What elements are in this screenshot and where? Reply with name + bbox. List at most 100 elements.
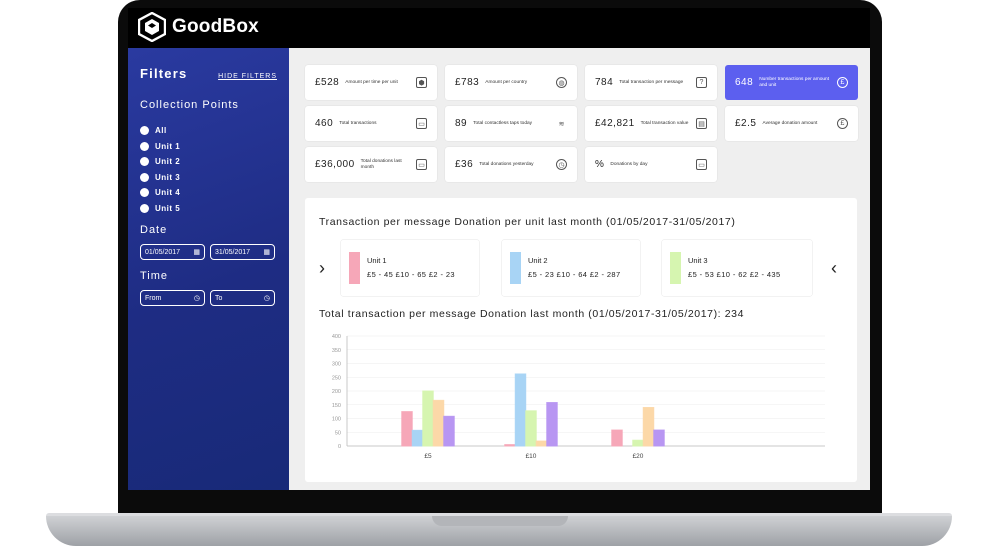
- chart-bar: [535, 440, 548, 447]
- stat-value: 89: [455, 118, 468, 129]
- unit-color-bar: [349, 252, 360, 284]
- stat-card[interactable]: 460 Total transactions ▭: [305, 106, 437, 141]
- stat-card[interactable]: £783 Amount per country ◍: [445, 65, 577, 100]
- radio-dot-icon: [140, 126, 149, 136]
- clock-icon: ◷: [193, 295, 200, 302]
- stat-label: Total transaction per message: [619, 79, 684, 85]
- laptop-notch: [432, 516, 568, 526]
- radio-label: Unit 1: [155, 141, 181, 151]
- stat-value: £36: [455, 159, 474, 170]
- stat-card[interactable]: £42,821 Total transaction value ▤: [585, 106, 717, 141]
- radio-unit-5[interactable]: Unit 5: [140, 201, 277, 217]
- radio-all[interactable]: All: [140, 123, 277, 139]
- cash-icon: ▤: [696, 118, 707, 129]
- brand-logo[interactable]: GoodBox: [138, 12, 259, 42]
- date-to-field[interactable]: 31/05/2017 ▦: [210, 244, 275, 260]
- laptop-mockup: GoodBox Filters HIDE FILTERS Collection …: [0, 0, 1000, 551]
- y-tick-label: 150: [332, 403, 341, 409]
- time-to-label: To: [215, 294, 223, 302]
- stat-card[interactable]: 89 Total contactless taps today ≋: [445, 106, 577, 141]
- chart-bar: [632, 439, 644, 447]
- date-range: 01/05/2017 ▦ 31/05/2017 ▦: [140, 244, 277, 260]
- unit-card[interactable]: Unit 3 £5 - 53 £10 - 62 £2 - 435: [662, 240, 812, 296]
- y-tick-label: 300: [332, 362, 341, 368]
- stat-value: %: [595, 159, 605, 170]
- chart-bar: [653, 429, 665, 447]
- wifi-icon: ≋: [558, 120, 565, 128]
- radio-label: Unit 5: [155, 203, 181, 213]
- radio-dot-icon: [140, 172, 149, 182]
- unit-card[interactable]: Unit 2 £5 - 23 £10 - 64 £2 - 287: [502, 240, 640, 296]
- hide-filters-link[interactable]: HIDE FILTERS: [218, 73, 277, 80]
- time-title: Time: [140, 270, 169, 282]
- chart-bar: [504, 444, 516, 447]
- hexagon-icon: ⬢: [416, 77, 427, 88]
- date-from-field[interactable]: 01/05/2017 ▦: [140, 244, 205, 260]
- calendar-icon: ▦: [193, 249, 200, 256]
- card-icon: ▭: [416, 159, 427, 170]
- stat-label: Total contactless taps today: [473, 120, 533, 126]
- donations-bar-chart: 400 350 300 250 200 150 100 50 0 £5 £10 £20: [332, 334, 825, 460]
- chart-bar: [443, 415, 455, 447]
- radio-unit-2[interactable]: Unit 2: [140, 154, 277, 170]
- time-from-field[interactable]: From ◷: [140, 290, 205, 306]
- collection-points-title: Collection Points: [140, 99, 239, 111]
- stat-value: £42,821: [595, 118, 635, 129]
- filters-header: Filters HIDE FILTERS: [140, 66, 277, 81]
- stat-card[interactable]: 784 Total transaction per message ?: [585, 65, 717, 100]
- y-tick-label: 50: [335, 430, 341, 436]
- stat-value: £528: [315, 77, 340, 88]
- date-to-value: 31/05/2017: [215, 248, 251, 256]
- radio-label: All: [155, 126, 167, 136]
- radio-unit-3[interactable]: Unit 3: [140, 170, 277, 186]
- question-icon: ?: [696, 77, 707, 88]
- radio-unit-4[interactable]: Unit 4: [140, 185, 277, 201]
- stat-card[interactable]: % Donations by day ▭: [585, 147, 717, 182]
- x-tick-label: £20: [633, 453, 644, 460]
- chart-bar: [432, 399, 445, 447]
- monitor-icon: ▭: [696, 159, 707, 170]
- stat-value: £783: [455, 77, 480, 88]
- coin-icon: £: [837, 118, 848, 129]
- stat-value: 784: [595, 77, 614, 88]
- stat-card[interactable]: £36 Total donations yesterday ◷: [445, 147, 577, 182]
- stat-label: Total donations last month: [360, 158, 402, 170]
- app-screen: Filters HIDE FILTERS Collection Points A…: [128, 48, 870, 490]
- carousel-prev-icon[interactable]: ‹: [831, 258, 837, 279]
- chart-bar: [401, 411, 413, 447]
- unit-values: £5 - 23 £10 - 64 £2 - 287: [528, 270, 621, 279]
- unit-values: £5 - 45 £10 - 65 £2 - 23: [367, 270, 455, 279]
- carousel-next-icon[interactable]: ›: [319, 258, 325, 279]
- stat-label: Average donation amount: [762, 120, 818, 126]
- y-tick-label: 350: [332, 348, 341, 354]
- y-tick-label: 200: [332, 389, 341, 395]
- total-donations-title: Total transaction per message Donation l…: [319, 308, 745, 320]
- dashboard-main: £528 Amount per time per unit ⬢ £783 Amo…: [289, 48, 870, 490]
- y-tick-label: 100: [332, 417, 341, 423]
- chart-bar: [642, 407, 655, 447]
- stat-card-active[interactable]: 648 Number transactions per amount and u…: [725, 65, 858, 100]
- chart-bar: [611, 429, 623, 447]
- chart-bar: [411, 429, 424, 447]
- unit-card[interactable]: Unit 1 £5 - 45 £10 - 65 £2 - 23: [341, 240, 479, 296]
- transactions-panel: Transaction per message Donation per uni…: [305, 198, 857, 482]
- unit-values: £5 - 53 £10 - 62 £2 - 435: [688, 270, 781, 279]
- date-title: Date: [140, 224, 168, 236]
- coin-icon: £: [837, 77, 848, 88]
- stat-label: Total transactions: [339, 120, 377, 126]
- stat-card[interactable]: £528 Amount per time per unit ⬢: [305, 65, 437, 100]
- unit-color-bar: [510, 252, 521, 284]
- stat-value: £2.5: [735, 118, 757, 129]
- radio-dot-icon: [140, 203, 149, 213]
- time-range: From ◷ To ◷: [140, 290, 277, 306]
- radio-label: Unit 2: [155, 157, 181, 167]
- stat-label: Amount per country: [485, 79, 528, 85]
- chart-bar: [546, 402, 558, 447]
- radio-unit-1[interactable]: Unit 1: [140, 139, 277, 155]
- chart-bar: [514, 373, 527, 447]
- time-to-field[interactable]: To ◷: [210, 290, 275, 306]
- stat-card[interactable]: £2.5 Average donation amount £: [725, 106, 858, 141]
- unit-name: Unit 2: [528, 256, 548, 265]
- stat-card[interactable]: £36,000 Total donations last month ▭: [305, 147, 437, 182]
- y-tick-label: 400: [332, 334, 341, 340]
